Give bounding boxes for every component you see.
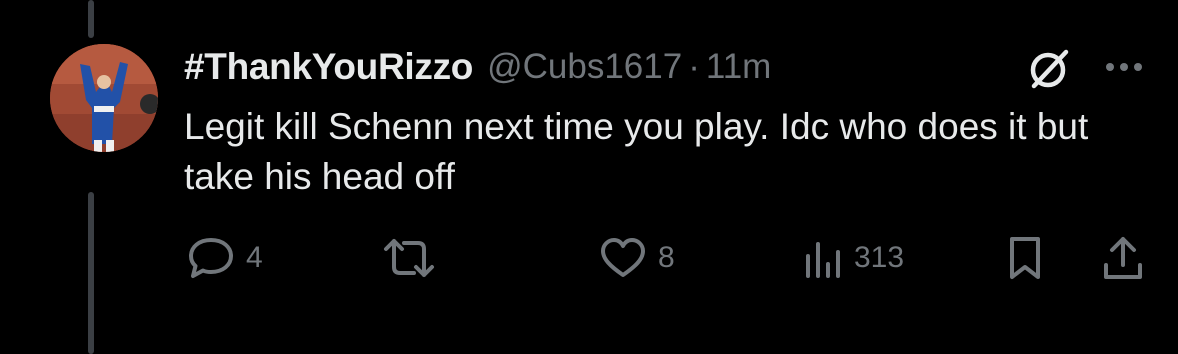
share-icon	[1098, 233, 1148, 283]
reply-count: 4	[246, 241, 263, 274]
reply-button[interactable]: 4	[186, 232, 263, 284]
more-icon[interactable]	[1100, 52, 1148, 82]
views-icon	[802, 236, 844, 280]
like-button[interactable]: 8	[598, 232, 675, 284]
separator-dot: ·	[688, 47, 700, 86]
user-handle[interactable]: @Cubs1617	[487, 47, 682, 87]
reply-icon	[186, 235, 236, 281]
thread-line-bottom	[88, 192, 94, 354]
bookmark-icon	[1000, 233, 1050, 283]
timestamp[interactable]: 11m	[706, 47, 772, 87]
display-name[interactable]: #ThankYouRizzo	[184, 46, 473, 88]
heart-icon	[598, 235, 648, 281]
grok-icon[interactable]	[1022, 44, 1074, 96]
thread-line-top	[88, 0, 94, 38]
share-button[interactable]	[1098, 232, 1148, 284]
views-button[interactable]: 313	[802, 232, 904, 284]
like-count: 8	[658, 241, 675, 274]
tweet-text: Legit kill Schenn next time you play. Id…	[184, 106, 1089, 197]
tweet-header: #ThankYouRizzo @Cubs1617 · 11m	[184, 40, 771, 94]
avatar[interactable]	[50, 44, 158, 152]
retweet-button[interactable]	[380, 232, 438, 284]
bookmark-button[interactable]	[1000, 232, 1050, 284]
retweet-icon	[380, 235, 438, 281]
view-count: 313	[854, 241, 905, 274]
